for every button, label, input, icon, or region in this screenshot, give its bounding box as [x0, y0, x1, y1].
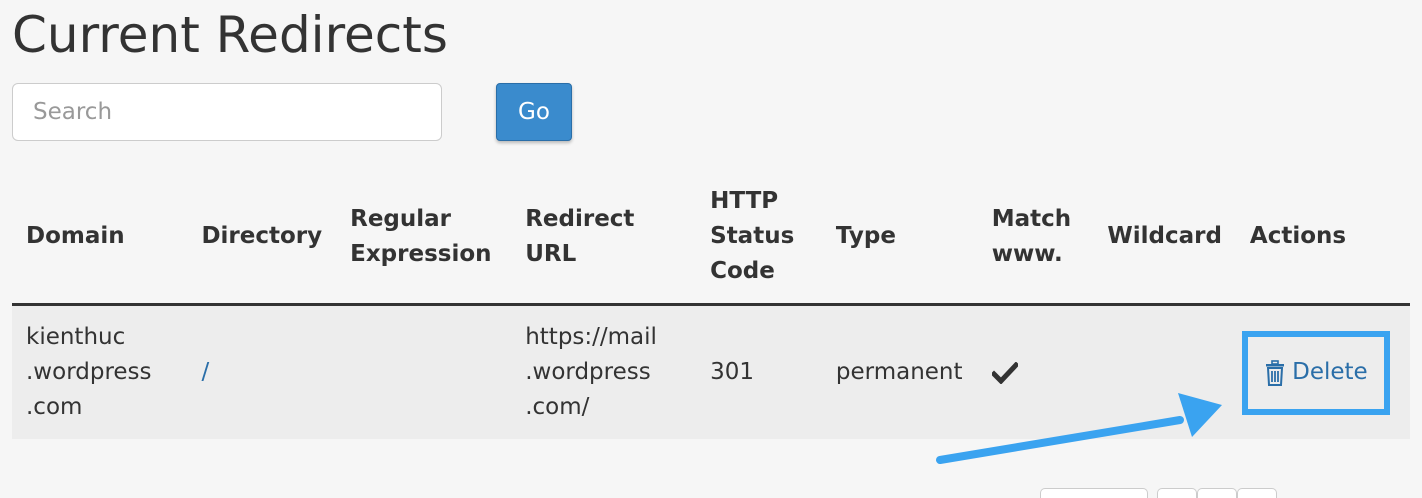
column-header-directory[interactable]: Directory: [187, 170, 337, 306]
column-header-redirect-url[interactable]: Redirect URL: [511, 170, 697, 306]
cell-match-www: [977, 304, 1094, 439]
search-input[interactable]: [12, 83, 442, 141]
cell-regular-expression: [336, 304, 512, 439]
pagination-stub: [1157, 488, 1197, 498]
column-header-http-status-code[interactable]: HTTP Status Code: [696, 170, 822, 306]
delete-button[interactable]: Delete: [1264, 355, 1368, 390]
cell-http-status-code: 301: [696, 304, 822, 439]
column-header-domain[interactable]: Domain: [12, 170, 188, 306]
cell-wildcard: [1093, 304, 1236, 439]
cell-type: permanent: [821, 304, 978, 439]
pagination-stub: [1237, 488, 1277, 498]
table-row: kienthuc .wordpress .com / https://mail …: [12, 304, 1410, 439]
cell-actions: Delete: [1235, 304, 1410, 439]
cell-directory: /: [187, 304, 337, 439]
checkmark-icon: [991, 361, 1018, 384]
column-header-actions: Actions: [1235, 170, 1410, 306]
cell-redirect-url: https://mail .wordpress .com/: [511, 304, 697, 439]
table-header-row: Domain Directory Regular Expression Redi…: [12, 170, 1410, 306]
trash-icon: [1266, 359, 1285, 386]
cell-domain: kienthuc .wordpress .com: [12, 304, 188, 439]
directory-link[interactable]: /: [201, 359, 209, 385]
column-header-regular-expression[interactable]: Regular Expression: [336, 170, 512, 306]
delete-highlight-box: Delete: [1241, 330, 1390, 415]
column-header-type[interactable]: Type: [821, 170, 978, 306]
pagination-stub: [1197, 488, 1237, 498]
page-title: Current Redirects: [12, 6, 448, 64]
column-header-wildcard[interactable]: Wildcard: [1093, 170, 1236, 306]
go-button[interactable]: Go: [496, 83, 572, 141]
delete-label: Delete: [1292, 359, 1368, 385]
column-header-match-www[interactable]: Match www.: [977, 170, 1094, 306]
pagination-stub: [1040, 488, 1148, 498]
redirects-table: Domain Directory Regular Expression Redi…: [12, 170, 1410, 439]
